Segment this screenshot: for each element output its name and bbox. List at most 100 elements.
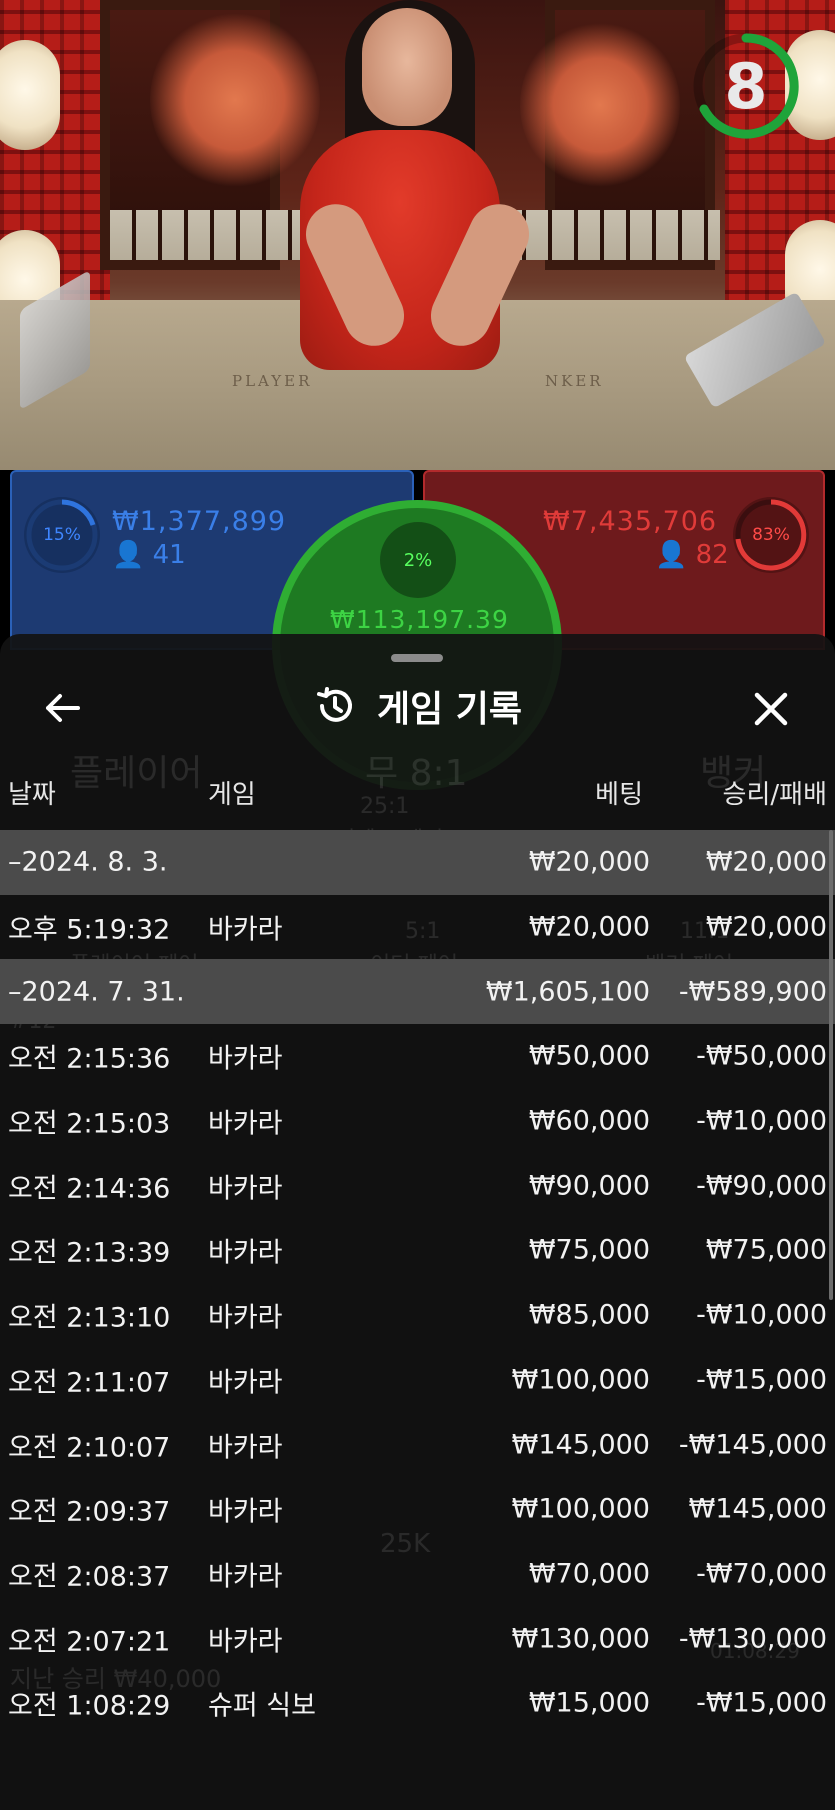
row-date: 오전 2:09:37 — [8, 1496, 171, 1528]
player-amount: ₩1,377,899 — [112, 506, 287, 537]
row-bet: ₩145,000 — [511, 1429, 650, 1461]
tie-percent: 2% — [403, 549, 433, 571]
row-bet: ₩130,000 — [511, 1623, 650, 1655]
scrollbar[interactable] — [829, 830, 833, 1300]
row-date: 오전 2:13:39 — [8, 1237, 171, 1269]
table-banker-text: NKER — [545, 372, 604, 390]
history-table-header: 날짜 게임 베팅 승리/패배 — [0, 774, 835, 818]
row-date: 오전 2:08:37 — [8, 1561, 171, 1593]
row-bet: ₩100,000 — [511, 1364, 650, 1396]
date-group-row[interactable]: –2024. 8. 3. ₩20,000 ₩20,000 — [0, 830, 835, 895]
table-row[interactable]: 오전 2:13:39 바카라 ₩75,000 ₩75,000 — [0, 1218, 835, 1283]
row-date: –2024. 7. 31. — [8, 976, 185, 1008]
blossom-right — [520, 20, 680, 190]
banker-count: 👤 82 — [655, 540, 729, 570]
banker-percent: 83% — [752, 525, 790, 545]
column-date: 날짜 — [8, 780, 56, 810]
game-history-sheet: 플레이어 무 8:1 뱅커 25:1 퍼펙트 페어 5:1 이더 페어 플레이어… — [0, 634, 835, 1810]
table-player-text: PLAYER — [232, 372, 313, 390]
banker-amount: ₩7,435,706 — [543, 506, 718, 537]
row-game: 바카라 — [208, 1626, 283, 1658]
row-game: 바카라 — [208, 1367, 283, 1399]
row-bet: ₩20,000 — [528, 846, 650, 878]
lattice-right — [500, 210, 720, 260]
user-icon: 👤 — [655, 540, 688, 570]
table-row[interactable]: 오전 2:09:37 바카라 ₩100,000 ₩145,000 — [0, 1477, 835, 1542]
player-percent: 15% — [43, 525, 81, 545]
table-row[interactable]: 오전 2:15:03 바카라 ₩60,000 -₩10,000 — [0, 1089, 835, 1154]
table-row[interactable]: 오전 2:10:07 바카라 ₩145,000 -₩145,000 — [0, 1412, 835, 1477]
sheet-drag-handle[interactable] — [391, 654, 443, 662]
live-dealer-video: PLAYER NKER 8 — [0, 0, 835, 470]
table-row[interactable]: 오후 5:19:32 바카라 ₩20,000 ₩20,000 — [0, 895, 835, 960]
row-bet: ₩20,000 — [528, 911, 650, 943]
row-win-loss: -₩90,000 — [696, 1170, 827, 1202]
column-game: 게임 — [208, 780, 256, 810]
row-win-loss: ₩20,000 — [705, 846, 827, 878]
row-date: 오전 2:07:21 — [8, 1626, 171, 1658]
row-game: 바카라 — [208, 1173, 283, 1205]
row-bet: ₩1,605,100 — [485, 976, 650, 1008]
row-game: 바카라 — [208, 1108, 283, 1140]
sheet-title: 게임 기록 — [376, 689, 522, 730]
row-bet: ₩100,000 — [511, 1493, 650, 1525]
row-date: 오전 2:14:36 — [8, 1173, 171, 1205]
row-win-loss: ₩75,000 — [705, 1234, 827, 1266]
row-date: 오전 1:08:29 — [8, 1690, 171, 1722]
row-date: 오전 2:15:03 — [8, 1108, 171, 1140]
player-count: 👤 41 — [112, 540, 186, 570]
history-table: –2024. 8. 3. ₩20,000 ₩20,000 오후 5:19:32 바카라 ₩… — [0, 830, 835, 1736]
blossom-left — [150, 10, 320, 190]
row-win-loss: -₩10,000 — [696, 1299, 827, 1331]
row-win-loss: -₩589,900 — [678, 976, 827, 1008]
row-game: 바카라 — [208, 1561, 283, 1593]
close-icon — [754, 692, 788, 726]
row-date: 오전 2:13:10 — [8, 1302, 171, 1334]
history-icon — [316, 687, 352, 722]
banker-percent-ring: 83% — [733, 497, 809, 573]
table-row[interactable]: 오전 1:08:29 슈퍼 식보 ₩15,000 -₩15,000 — [0, 1671, 835, 1736]
row-win-loss: -₩145,000 — [678, 1429, 827, 1461]
banker-count-value: 82 — [695, 540, 729, 570]
row-bet: ₩50,000 — [528, 1040, 650, 1072]
row-game: 바카라 — [208, 1302, 283, 1334]
row-bet: ₩60,000 — [528, 1105, 650, 1137]
table-row[interactable]: 오전 2:08:37 바카라 ₩70,000 -₩70,000 — [0, 1542, 835, 1607]
date-group-row[interactable]: –2024. 7. 31. ₩1,605,100 -₩589,900 — [0, 959, 835, 1025]
tie-amount: ₩113,197.39 — [330, 605, 509, 634]
close-button[interactable] — [748, 686, 794, 732]
row-win-loss: -₩10,000 — [696, 1105, 827, 1137]
tie-percent-ring: 2% — [380, 522, 456, 598]
row-date: 오전 2:11:07 — [8, 1367, 171, 1399]
row-win-loss: ₩20,000 — [705, 911, 827, 943]
player-count-value: 41 — [152, 540, 186, 570]
row-bet: ₩15,000 — [528, 1687, 650, 1719]
row-win-loss: -₩15,000 — [696, 1687, 827, 1719]
row-date: 오전 2:15:36 — [8, 1043, 171, 1075]
lantern-left-top — [0, 40, 60, 150]
column-win-loss: 승리/패배 — [722, 780, 827, 810]
row-bet: ₩85,000 — [528, 1299, 650, 1331]
table-row[interactable]: 오전 2:07:21 바카라 ₩130,000 -₩130,000 — [0, 1606, 835, 1671]
row-win-loss: -₩70,000 — [696, 1558, 827, 1590]
timer-value: 8 — [724, 49, 768, 123]
column-bet: 베팅 — [595, 780, 643, 810]
player-percent-ring: 15% — [24, 497, 100, 573]
row-win-loss: ₩145,000 — [688, 1493, 827, 1525]
row-game: 바카라 — [208, 914, 283, 946]
countdown-timer: 8 — [690, 30, 802, 142]
user-icon: 👤 — [112, 540, 145, 570]
row-game: 바카라 — [208, 1237, 283, 1269]
row-game: 바카라 — [208, 1496, 283, 1528]
row-date: –2024. 8. 3. — [8, 846, 168, 878]
table-row[interactable]: 오전 2:13:10 바카라 ₩85,000 -₩10,000 — [0, 1283, 835, 1348]
row-bet: ₩90,000 — [528, 1170, 650, 1202]
row-game: 바카라 — [208, 1432, 283, 1464]
table-row[interactable]: 오전 2:15:36 바카라 ₩50,000 -₩50,000 — [0, 1024, 835, 1089]
table-row[interactable]: 오전 2:11:07 바카라 ₩100,000 -₩15,000 — [0, 1348, 835, 1413]
row-win-loss: -₩15,000 — [696, 1364, 827, 1396]
row-win-loss: -₩50,000 — [696, 1040, 827, 1072]
row-game: 바카라 — [208, 1043, 283, 1075]
row-bet: ₩75,000 — [528, 1234, 650, 1266]
table-row[interactable]: 오전 2:14:36 바카라 ₩90,000 -₩90,000 — [0, 1153, 835, 1218]
